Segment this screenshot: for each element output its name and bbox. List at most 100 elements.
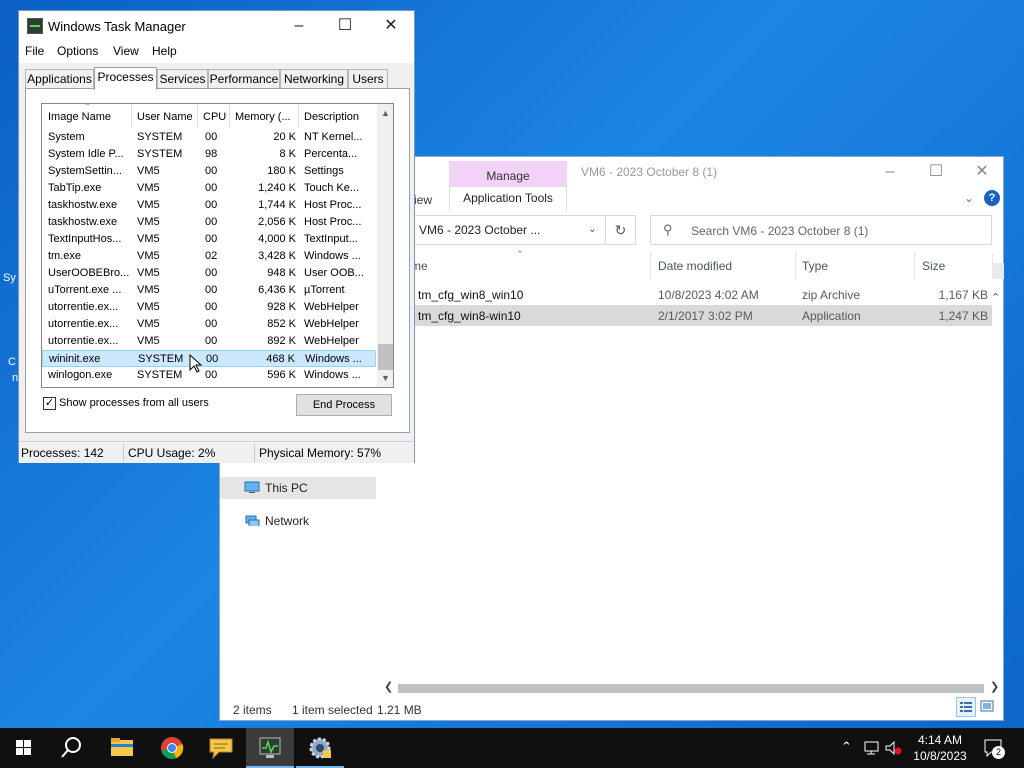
horizontal-scrollbar[interactable]: ❮ ❯ — [380, 680, 1002, 697]
taskbar-clock[interactable]: 4:14 AM 10/8/2023 — [905, 732, 975, 764]
col-user-name[interactable]: User Name — [137, 111, 193, 123]
process-row[interactable]: uTorrent.exe ... VM5 00 6,436 K µTorrent — [42, 282, 376, 299]
taskbar-settings-app[interactable] — [296, 728, 344, 768]
process-row[interactable]: TabTip.exe VM5 00 1,240 K Touch Ke... — [42, 180, 376, 197]
process-row[interactable]: SystemSettin... VM5 00 180 K Settings — [42, 163, 376, 180]
help-icon[interactable]: ? — [984, 190, 1000, 206]
gear-icon — [309, 737, 331, 759]
tm-close-button[interactable]: ✕ — [368, 13, 414, 39]
process-image-name: taskhostw.exe — [48, 216, 118, 228]
process-image-name: taskhostw.exe — [48, 199, 118, 211]
process-row[interactable]: System Idle P... SYSTEM 98 8 K Percenta... — [42, 146, 376, 163]
explorer-maximize-button[interactable]: ☐ — [913, 159, 959, 187]
process-user-name: VM5 — [137, 182, 160, 194]
nav-item-network[interactable]: Network — [220, 510, 376, 532]
process-row[interactable]: utorrentie.ex... VM5 00 928 K WebHelper — [42, 299, 376, 316]
column-divider[interactable] — [197, 104, 198, 128]
search-icon: ⚲ — [663, 222, 673, 237]
process-row[interactable]: utorrentie.ex... VM5 00 892 K WebHelper — [42, 333, 376, 350]
task-manager-titlebar[interactable]: Windows Task Manager – ☐ ✕ — [19, 11, 414, 41]
taskbar-task-manager[interactable] — [246, 728, 294, 768]
process-image-name: utorrentie.ex... — [48, 318, 119, 330]
column-header-size[interactable]: Size — [922, 259, 945, 273]
tm-minimize-button[interactable]: – — [276, 13, 322, 39]
large-icons-view-button[interactable] — [978, 697, 998, 717]
column-divider[interactable] — [229, 104, 230, 128]
end-process-button[interactable]: End Process — [296, 394, 392, 416]
explorer-close-button[interactable]: ✕ — [959, 159, 1005, 187]
explorer-minimize-button[interactable]: – — [867, 159, 913, 187]
tab-processes[interactable]: Processes — [94, 67, 157, 90]
tab-performance[interactable]: Performance — [208, 69, 280, 89]
search-box[interactable]: ⚲ Search VM6 - 2023 October 8 (1) — [650, 215, 992, 245]
refresh-button[interactable]: ↻ — [606, 215, 636, 245]
taskbar: ⌃ 4:14 AM 10/8/2023 2 — [0, 728, 1024, 768]
process-row[interactable]: TextInputHos... VM5 00 4,000 K TextInput... — [42, 231, 376, 248]
scroll-up-icon[interactable]: ▲ — [381, 108, 390, 118]
col-memory[interactable]: Memory (... — [235, 111, 291, 123]
scroll-right-icon[interactable]: ❯ — [990, 680, 999, 693]
process-row[interactable]: winlogon.exe SYSTEM 00 596 K Windows ... — [42, 367, 376, 384]
details-view-button[interactable] — [956, 697, 976, 717]
menu-view[interactable]: View — [113, 44, 139, 58]
col-cpu[interactable]: CPU — [203, 111, 226, 123]
scroll-down-icon[interactable]: ▼ — [381, 373, 390, 383]
volume-muted-icon[interactable] — [884, 740, 902, 756]
search-input[interactable]: Search VM6 - 2023 October 8 (1) — [691, 224, 868, 238]
process-list-scrollbar[interactable]: ▲ ▼ — [377, 104, 393, 387]
show-hidden-icons-chevron-icon[interactable]: ⌃ — [841, 739, 852, 755]
process-row-selected[interactable]: wininit.exe SYSTEM 00 468 K Windows ... — [42, 350, 376, 367]
process-list[interactable]: ⌃ Image Name User Name CPU Memory (... D… — [41, 103, 394, 388]
column-header-date-modified[interactable]: Date modified — [658, 259, 732, 273]
file-row-selected[interactable]: tm_cfg_win8-win10 2/1/2017 3:02 PM Appli… — [410, 305, 992, 326]
process-image-name: utorrentie.ex... — [48, 335, 119, 347]
process-row[interactable]: System SYSTEM 00 20 K NT Kernel... — [42, 129, 376, 146]
menu-file[interactable]: File — [25, 44, 44, 58]
column-divider[interactable] — [131, 104, 132, 128]
taskbar-search-button[interactable] — [48, 728, 96, 768]
tab-users[interactable]: Users — [348, 69, 388, 89]
network-icon — [245, 515, 260, 526]
file-size: 1,247 KB — [938, 309, 988, 323]
scrollbar-thumb[interactable] — [378, 344, 393, 370]
menu-options[interactable]: Options — [57, 44, 98, 58]
desktop-icon-label-fragment[interactable]: C — [8, 356, 16, 368]
taskbar-chrome[interactable] — [148, 728, 196, 768]
horizontal-scroll-thumb[interactable] — [398, 684, 984, 693]
notification-count-badge: 2 — [992, 746, 1005, 759]
show-all-processes-checkbox[interactable]: ✓ — [43, 397, 56, 410]
address-bar[interactable]: VM6 - 2023 October ... ⌄ — [410, 215, 606, 245]
file-row[interactable]: tm_cfg_win8_win10 10/8/2023 4:02 AM zip … — [410, 284, 992, 305]
taskbar-file-explorer[interactable] — [98, 728, 146, 768]
scroll-left-icon[interactable]: ❮ — [384, 680, 393, 693]
process-row[interactable]: taskhostw.exe VM5 00 1,744 K Host Proc... — [42, 197, 376, 214]
tm-maximize-button[interactable]: ☐ — [322, 13, 368, 39]
column-divider[interactable] — [795, 253, 796, 279]
process-row[interactable]: utorrentie.ex... VM5 00 852 K WebHelper — [42, 316, 376, 333]
process-row[interactable]: taskhostw.exe VM5 00 2,056 K Host Proc... — [42, 214, 376, 231]
right-pane-arrow-icon[interactable]: ⌃ — [991, 291, 1000, 304]
col-description[interactable]: Description — [304, 111, 359, 123]
ribbon-expand-chevron-icon[interactable]: ⌄ — [964, 191, 974, 205]
tab-applications[interactable]: Applications — [25, 69, 94, 89]
column-divider[interactable] — [298, 104, 299, 128]
column-header-type[interactable]: Type — [802, 259, 828, 273]
desktop-icon-label-fragment[interactable]: Sy — [3, 272, 16, 284]
taskbar-chat-app[interactable] — [197, 728, 245, 768]
column-divider[interactable] — [914, 253, 915, 279]
action-center-button[interactable]: 2 — [982, 736, 1006, 760]
col-image-name[interactable]: Image Name — [48, 111, 111, 123]
start-button[interactable] — [0, 728, 48, 768]
nav-item-this-pc[interactable]: This PC — [220, 477, 376, 499]
show-all-processes-label[interactable]: Show processes from all users — [59, 397, 209, 409]
tab-networking[interactable]: Networking — [280, 69, 348, 89]
menu-help[interactable]: Help — [152, 44, 177, 58]
ribbon-view-tab[interactable]: iew — [414, 193, 432, 207]
process-description: User OOB... — [304, 267, 364, 279]
column-divider[interactable] — [650, 253, 651, 279]
network-status-icon[interactable] — [863, 740, 881, 756]
address-dropdown-icon[interactable]: ⌄ — [588, 222, 597, 235]
process-row[interactable]: tm.exe VM5 02 3,428 K Windows ... — [42, 248, 376, 265]
process-row[interactable]: UserOOBEBro... VM5 00 948 K User OOB... — [42, 265, 376, 282]
tab-services[interactable]: Services — [157, 69, 208, 89]
